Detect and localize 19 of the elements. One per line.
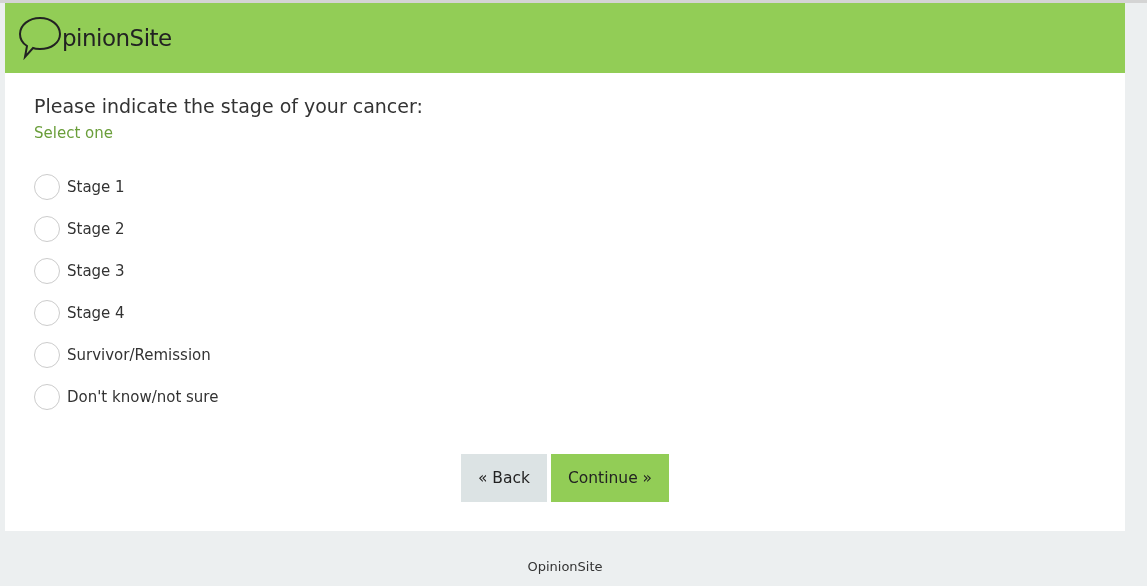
logo-text: pinionSite [62, 23, 172, 53]
option-label[interactable]: Survivor/Remission [67, 344, 211, 367]
speech-bubble-icon [17, 15, 63, 61]
option-label[interactable]: Stage 4 [67, 302, 125, 325]
radio-button[interactable] [34, 342, 60, 369]
radio-button[interactable] [34, 384, 60, 411]
radio-button[interactable] [34, 258, 60, 285]
option-label[interactable]: Don't know/not sure [67, 386, 219, 409]
back-button[interactable]: « Back [460, 454, 547, 503]
instruction-text: Select one [34, 122, 114, 144]
radio-button[interactable] [34, 174, 60, 201]
footer-text: OpinionSite [526, 558, 604, 577]
radio-button[interactable] [34, 216, 60, 243]
radio-button[interactable] [34, 300, 60, 327]
option-label[interactable]: Stage 1 [67, 176, 125, 199]
continue-button[interactable]: Continue » [550, 454, 670, 503]
option-label[interactable]: Stage 3 [67, 260, 125, 283]
option-label[interactable]: Stage 2 [67, 218, 125, 241]
question-title: Please indicate the stage of your cancer: [34, 95, 424, 118]
